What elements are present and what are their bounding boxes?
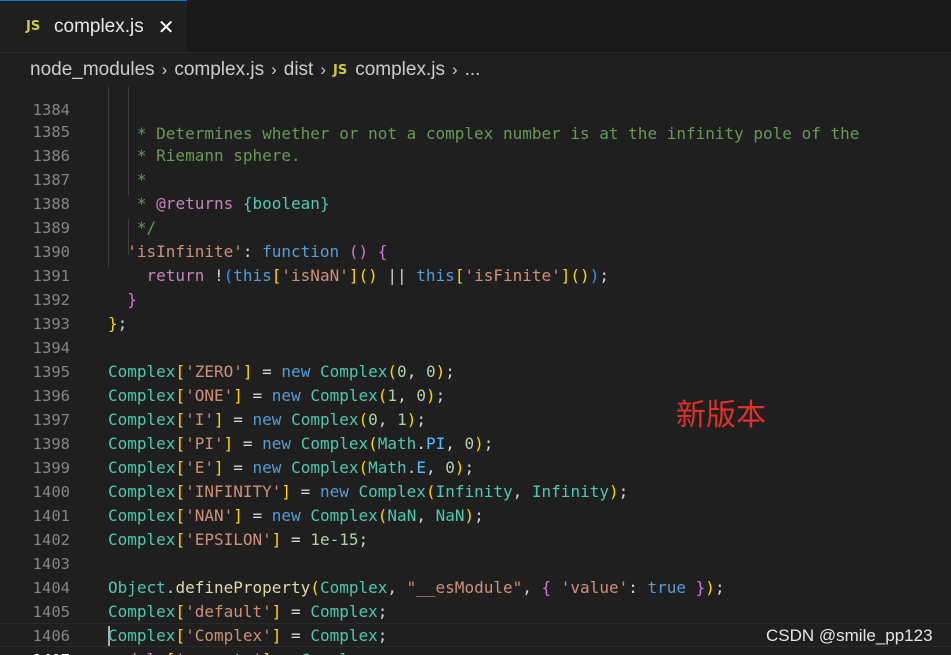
code-line: 1398 Complex['E'] = new Complex(Math.E, … bbox=[0, 408, 951, 477]
chevron-right-icon: › bbox=[161, 60, 168, 79]
javascript-file-icon: JS bbox=[333, 62, 348, 78]
code-line: 1393 bbox=[0, 288, 951, 333]
code-line: 1387 * @returns {boolean} bbox=[0, 144, 951, 213]
chevron-right-icon: › bbox=[271, 60, 277, 79]
code-line: 1406 module['exports'] = Complex; bbox=[0, 600, 951, 655]
tab-label: complex.js bbox=[54, 15, 144, 37]
javascript-file-icon: JS bbox=[26, 19, 41, 34]
annotation-label: 新版本 bbox=[676, 398, 766, 433]
breadcrumb-more[interactable]: ... bbox=[465, 59, 481, 81]
code-line: 1386 * bbox=[0, 120, 951, 189]
chevron-right-icon: › bbox=[451, 60, 458, 79]
code-text: module['exports'] = Complex; bbox=[108, 648, 378, 655]
code-line: 1392 }; bbox=[0, 264, 951, 333]
breadcrumb-item-file[interactable]: complex.js bbox=[355, 59, 445, 81]
code-line: 1395 Complex['ONE'] = new Complex(1, 0); bbox=[0, 336, 951, 405]
code-line: 1400 Complex['NAN'] = new Complex(NaN, N… bbox=[0, 456, 951, 525]
line-number-active: 1407 bbox=[0, 648, 70, 655]
code-editor[interactable]: 1384 * Determines whether or not a compl… bbox=[0, 87, 951, 655]
breadcrumb: node_modules › complex.js › dist › JS co… bbox=[0, 53, 951, 87]
tab-bar: JS complex.js ✕ bbox=[0, 0, 951, 53]
breadcrumb-item-complex-js[interactable]: complex.js bbox=[174, 59, 264, 81]
code-line: 1390 return !(this['isNaN']() || this['i… bbox=[0, 216, 951, 285]
close-icon[interactable]: ✕ bbox=[158, 17, 175, 37]
code-line: 1396 Complex['I'] = new Complex(0, 1); bbox=[0, 360, 951, 429]
code-line: 1391 } bbox=[0, 240, 951, 309]
code-line: 1388 */ bbox=[0, 168, 951, 237]
code-line: 1405 Complex['Complex'] = Complex; bbox=[0, 576, 951, 645]
code-line: 1403 Object.defineProperty(Complex, "__e… bbox=[0, 528, 951, 597]
watermark: CSDN @smile_pp123 bbox=[766, 626, 933, 645]
tab-complex-js[interactable]: JS complex.js ✕ bbox=[0, 0, 187, 52]
text-cursor bbox=[108, 626, 110, 646]
breadcrumb-item-node-modules[interactable]: node_modules bbox=[30, 59, 155, 81]
chevron-right-icon: › bbox=[320, 60, 326, 79]
code-line: 1389 'isInfinite': function () { bbox=[0, 192, 951, 261]
code-line: 1402 bbox=[0, 504, 951, 549]
code-line: 1397 Complex['PI'] = new Complex(Math.PI… bbox=[0, 384, 951, 453]
code-line: 1385 * Riemann sphere. bbox=[0, 96, 951, 165]
code-line: 1404 Complex['default'] = Complex; bbox=[0, 552, 951, 621]
code-line: 1399 Complex['INFINITY'] = new Complex(I… bbox=[0, 432, 951, 501]
code-line: 1394 Complex['ZERO'] = new Complex(0, 0)… bbox=[0, 312, 951, 381]
code-line: 1401 Complex['EPSILON'] = 1e-15; bbox=[0, 480, 951, 549]
breadcrumb-item-dist[interactable]: dist bbox=[284, 59, 314, 81]
